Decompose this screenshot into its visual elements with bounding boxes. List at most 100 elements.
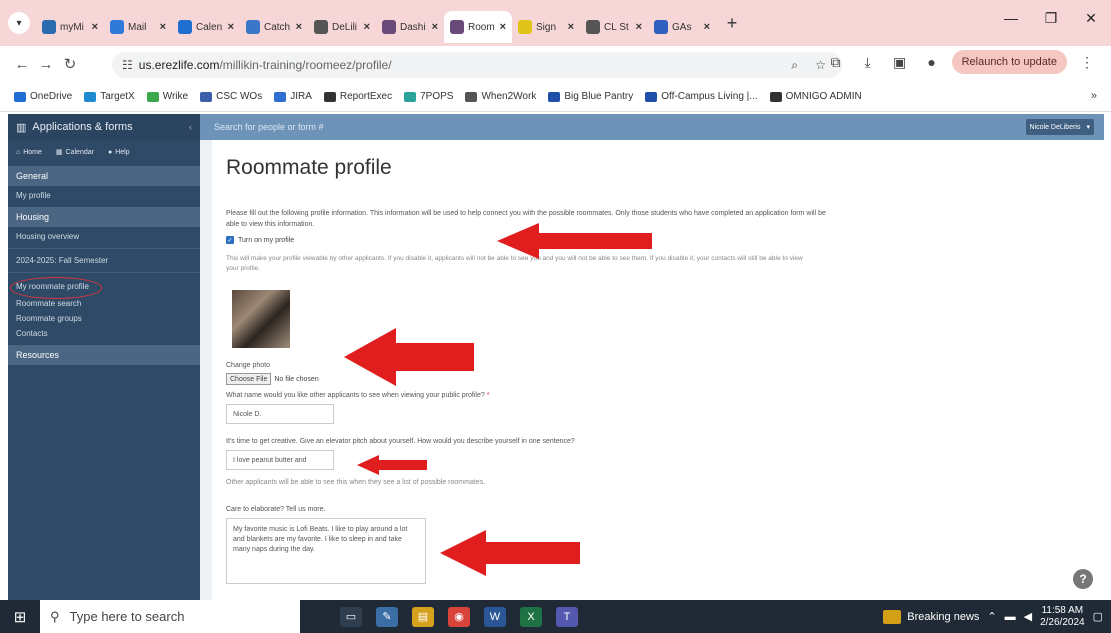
chrome-icon[interactable]: ◉ — [448, 606, 470, 627]
tab-close-icon[interactable]: × — [296, 21, 302, 33]
home-icon: ⌂ — [16, 148, 21, 156]
tab-close-icon[interactable]: × — [364, 21, 370, 33]
public-name-input[interactable]: Nicole D. — [226, 404, 334, 424]
bookmark-favicon-icon — [404, 91, 417, 102]
sidebar-title: Applications & forms — [32, 121, 133, 133]
sidebar-section-general[interactable]: General — [8, 166, 200, 186]
volume-icon[interactable]: ◀ — [1024, 610, 1032, 623]
network-icon[interactable]: ▬ — [1005, 611, 1016, 623]
bookmark-label: ReportExec — [339, 91, 393, 102]
sidebar-item-roommate-search[interactable]: Roommate search — [8, 296, 200, 311]
tab-close-icon[interactable]: × — [500, 21, 506, 33]
sidebar-item-housing-overview[interactable]: Housing overview — [8, 227, 200, 246]
bookmark-item[interactable]: Off-Campus Living |... — [645, 91, 758, 102]
turn-on-profile-checkbox[interactable]: ✓ — [226, 236, 234, 244]
sidebar-item-roommate-groups[interactable]: Roommate groups — [8, 311, 200, 326]
bookmark-favicon-icon — [323, 91, 336, 102]
excel-icon[interactable]: X — [520, 606, 542, 627]
relaunch-button[interactable]: Relaunch to update — [951, 50, 1067, 74]
bookmark-favicon-icon — [146, 91, 159, 102]
url-field[interactable]: ☷ us.erezlife.com/millikin-training/room… — [112, 52, 842, 78]
bookmark-item[interactable]: ReportExec — [323, 91, 393, 102]
tab-search-button[interactable]: ▾ — [8, 12, 30, 34]
taskbar-search-box[interactable]: ⚲ Type here to search — [40, 600, 300, 633]
bookmark-item[interactable]: Wrike — [146, 91, 188, 102]
tray-chevron-icon[interactable]: ⌃ — [987, 610, 996, 623]
clock[interactable]: 11:58 AM 2/26/2024 — [1040, 605, 1085, 629]
bookmark-label: TargetX — [100, 91, 135, 102]
forward-icon[interactable]: → — [34, 56, 58, 73]
sidebar-section-resources[interactable]: Resources — [8, 345, 200, 365]
bookmark-item[interactable]: 7POPS — [404, 91, 453, 102]
user-menu-button[interactable]: Nicole DeLiberis ▾ — [1025, 119, 1094, 135]
sidebar-item-roommate-profile[interactable]: My roommate profile — [8, 277, 200, 299]
notification-icon[interactable]: ▢ — [1093, 610, 1103, 623]
side-panel-icon[interactable]: ▣ — [888, 54, 912, 71]
browser-tab[interactable]: DeLili × — [308, 11, 376, 43]
bookmarks-overflow-icon[interactable]: » — [1091, 90, 1097, 102]
download-icon[interactable]: ⤓ — [856, 54, 880, 71]
browser-tab[interactable]: myMi × — [36, 11, 104, 43]
site-info-icon[interactable]: ☷ — [122, 58, 133, 72]
sidebar-item-semester[interactable]: 2024-2025: Fall Semester — [8, 251, 200, 270]
tab-label: DeLili — [332, 21, 358, 33]
chevron-left-icon[interactable]: ‹ — [189, 122, 192, 132]
browser-tab[interactable]: Sign × — [512, 11, 580, 43]
people-search-input[interactable]: Search for people or form # — [214, 122, 324, 132]
bookmark-favicon-icon — [14, 91, 26, 102]
sidebar-help-link[interactable]: ● Help — [108, 149, 130, 156]
minimize-icon[interactable]: — — [991, 10, 1031, 26]
word-icon[interactable]: W — [484, 606, 506, 627]
tab-close-icon[interactable]: × — [704, 21, 710, 33]
browser-tab[interactable]: Mail × — [104, 11, 172, 43]
bookmark-favicon-icon — [465, 91, 478, 102]
erezlife-app: ▥ Applications & forms ‹ ⌂ Home ▦ Calendar… — [8, 114, 1104, 600]
sidebar-calendar-link[interactable]: ▦ Calendar — [56, 148, 94, 157]
tab-close-icon[interactable]: × — [160, 21, 166, 33]
browser-tab[interactable]: Catch × — [240, 11, 308, 43]
help-question-icon[interactable]: ? — [1073, 569, 1093, 589]
extensions-icon[interactable]: ⧉ — [824, 54, 848, 71]
tab-close-icon[interactable]: × — [636, 21, 642, 33]
browser-tab[interactable]: GAs × — [648, 11, 716, 43]
news-widget[interactable]: Breaking news — [883, 609, 979, 624]
browser-tab[interactable]: Calen × — [172, 11, 240, 43]
bookmark-item[interactable]: Big Blue Pantry — [548, 91, 633, 102]
browser-tab[interactable]: CL St × — [580, 11, 648, 43]
back-icon[interactable]: ← — [10, 56, 34, 73]
zoom-icon[interactable]: ⌕ — [791, 58, 798, 73]
profile-avatar-icon[interactable]: ● — [920, 54, 944, 70]
bookmark-item[interactable]: TargetX — [84, 91, 135, 102]
paint-app-icon[interactable]: ✎ — [376, 606, 398, 627]
sidebar-item-contacts[interactable]: Contacts — [8, 326, 200, 341]
sidebar-item-my-profile[interactable]: My profile — [8, 186, 200, 205]
tab-close-icon[interactable]: × — [228, 21, 234, 33]
browser-tab[interactable]: Room × — [444, 11, 512, 43]
close-window-icon[interactable]: ✕ — [1071, 10, 1111, 27]
task-view-icon[interactable]: ▭ — [340, 606, 362, 627]
reload-icon[interactable]: ↻ — [58, 55, 82, 73]
windows-start-icon[interactable]: ⊞ — [0, 608, 40, 626]
tab-close-icon[interactable]: × — [92, 21, 98, 33]
bookmark-item[interactable]: OMNIGO ADMIN — [769, 91, 862, 102]
required-mark: * — [486, 392, 490, 399]
bookmark-item[interactable]: JIRA — [274, 91, 312, 102]
elaborate-textarea[interactable]: My favorite music is Lofi Beats. I like … — [226, 518, 426, 584]
browser-tab[interactable]: Dashi × — [376, 11, 444, 43]
tab-close-icon[interactable]: × — [432, 21, 438, 33]
bookmark-item[interactable]: OneDrive — [14, 91, 72, 102]
kebab-menu-icon[interactable]: ⋮ — [1075, 54, 1099, 71]
file-explorer-icon[interactable]: ▤ — [412, 606, 434, 627]
new-tab-button[interactable]: + — [720, 13, 744, 34]
tab-close-icon[interactable]: × — [568, 21, 574, 33]
maximize-icon[interactable]: ❐ — [1031, 10, 1071, 27]
elevator-pitch-input[interactable]: I love peanut butter and — [226, 450, 334, 470]
file-input[interactable]: Choose File No file chosen — [226, 373, 319, 385]
teams-icon[interactable]: T — [556, 606, 578, 627]
main-content: Roommate profile Please fill out the fol… — [200, 140, 1104, 600]
bookmark-item[interactable]: When2Work — [465, 91, 536, 102]
sidebar-home-link[interactable]: ⌂ Home — [16, 149, 42, 156]
bookmark-item[interactable]: CSC WOs — [200, 91, 262, 102]
sidebar-section-housing[interactable]: Housing — [8, 207, 200, 227]
choose-file-button[interactable]: Choose File — [226, 373, 272, 385]
